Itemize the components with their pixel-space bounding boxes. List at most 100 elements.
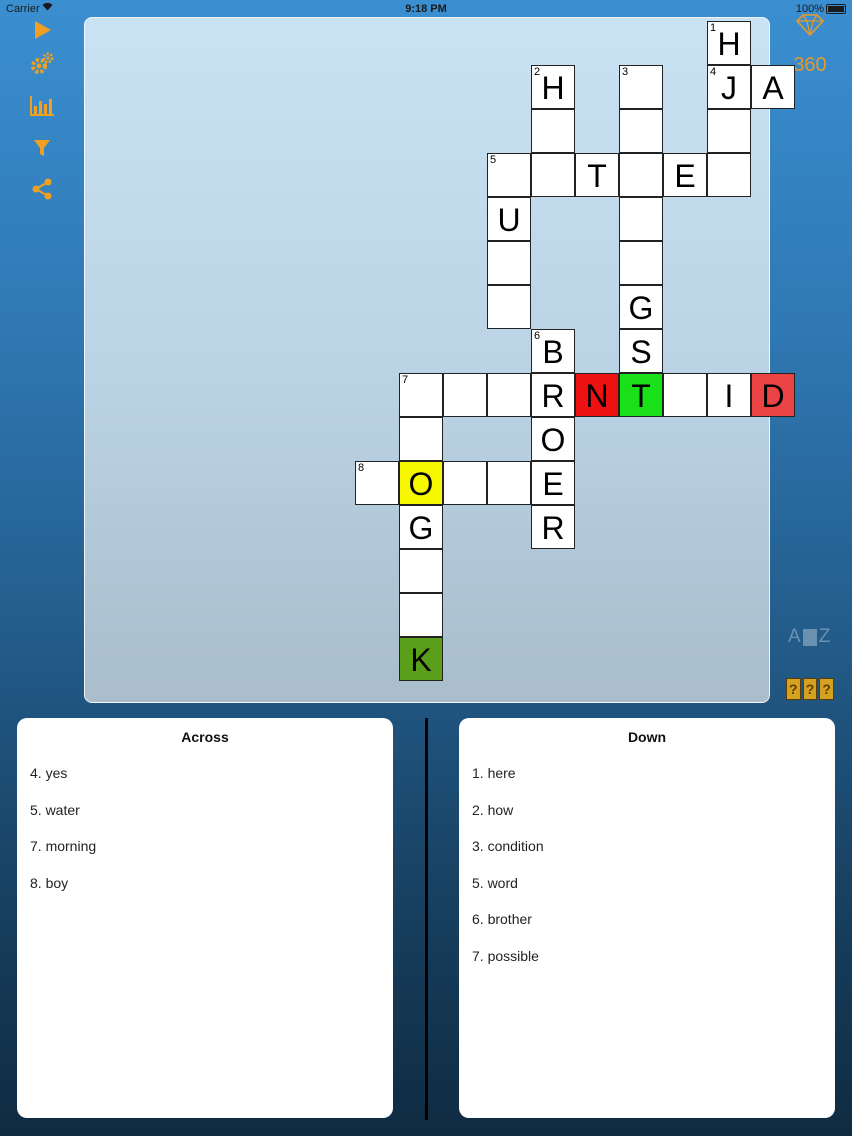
grid-cell[interactable]: 7 <box>399 373 443 417</box>
grid-cell[interactable]: T <box>619 373 663 417</box>
cell-letter: R <box>541 510 565 546</box>
grid-cell[interactable] <box>399 549 443 593</box>
cell-letter: I <box>724 378 734 414</box>
grid-cell[interactable]: U <box>487 197 531 241</box>
grid-cell[interactable]: D <box>751 373 795 417</box>
grid-cell[interactable] <box>487 373 531 417</box>
clue-number: 3 <box>622 66 629 78</box>
grid-cell[interactable] <box>399 593 443 637</box>
grid-cell[interactable]: S <box>619 329 663 373</box>
grid-cell[interactable] <box>487 285 531 329</box>
grid-cell[interactable]: I <box>707 373 751 417</box>
grid-cell[interactable]: N <box>575 373 619 417</box>
across-title: Across <box>181 729 229 745</box>
diamond-icon <box>795 14 825 38</box>
grid-cell[interactable] <box>399 417 443 461</box>
cell-letter: E <box>542 466 564 502</box>
grid-cell[interactable]: 4J <box>707 65 751 109</box>
grid-cell[interactable]: 2H <box>531 65 575 109</box>
clue-item[interactable]: 6. brother <box>472 911 544 948</box>
clue-item[interactable]: 7. possible <box>472 948 544 985</box>
grid-cell[interactable]: 8 <box>355 461 399 505</box>
grid-cell[interactable]: A <box>751 65 795 109</box>
hint-tile: ? <box>819 678 835 700</box>
az-box <box>802 628 817 646</box>
cell-letter: O <box>408 466 434 502</box>
clue-item[interactable]: 7. morning <box>30 838 96 875</box>
grid-cell[interactable]: T <box>575 153 619 197</box>
grid-cell[interactable] <box>531 109 575 153</box>
clue-item[interactable]: 4. yes <box>30 765 96 802</box>
clue-item[interactable]: 5. water <box>30 802 96 839</box>
hint-tile: ? <box>786 678 801 700</box>
grid-cell[interactable]: R <box>531 505 575 549</box>
cell-letter: T <box>631 378 651 414</box>
share-icon[interactable] <box>28 175 56 203</box>
cell-letter: H <box>717 26 741 62</box>
cell-letter: S <box>630 334 652 370</box>
grid-cell[interactable]: O <box>531 417 575 461</box>
grid-cell[interactable] <box>619 153 663 197</box>
cell-letter: G <box>628 290 654 326</box>
crossword-board: 1H2H34JA5TEUG6BS7RNTIDO8OEGRK <box>84 17 795 703</box>
across-clues-panel: Across 4. yes 5. water 7. morning 8. boy <box>17 718 393 1118</box>
clue-item[interactable]: 5. word <box>472 875 544 912</box>
down-title: Down <box>627 729 667 745</box>
clue-item[interactable]: 8. boy <box>30 875 96 912</box>
grid-cell[interactable]: G <box>619 285 663 329</box>
hint-question-icon[interactable]: ? ? ? <box>786 678 835 700</box>
grid-cell[interactable]: E <box>531 461 575 505</box>
grid-cell[interactable] <box>663 373 707 417</box>
status-bar: Carrier 9:18 PM 100% <box>0 0 852 18</box>
cell-letter: T <box>587 158 607 194</box>
cell-letter: B <box>542 334 564 370</box>
down-clue-list: 1. here 2. how 3. condition 5. word 6. b… <box>472 765 544 985</box>
grid-cell[interactable]: K <box>399 637 443 681</box>
grid-cell[interactable]: E <box>663 153 707 197</box>
grid-cell[interactable] <box>487 241 531 285</box>
cell-letter: D <box>761 378 785 414</box>
cell-letter: E <box>674 158 696 194</box>
cell-letter: U <box>497 202 521 238</box>
cell-letter: A <box>762 70 784 106</box>
cell-letter: J <box>721 70 737 106</box>
grid-cell[interactable] <box>487 461 531 505</box>
clue-item[interactable]: 2. how <box>472 802 544 839</box>
clue-item[interactable]: 1. here <box>472 765 544 802</box>
grid-cell[interactable]: R <box>531 373 575 417</box>
play-icon[interactable] <box>28 16 56 44</box>
grid-cell[interactable]: 5 <box>487 153 531 197</box>
settings-gears-icon[interactable] <box>28 50 56 78</box>
clue-number: 5 <box>490 154 497 166</box>
grid-cell[interactable] <box>619 197 663 241</box>
panel-divider <box>425 718 428 1120</box>
az-letter-a: A <box>788 626 801 647</box>
cell-letter: O <box>540 422 566 458</box>
letter-reveal-az-icon[interactable]: A Z <box>788 626 834 648</box>
filter-icon[interactable] <box>28 134 56 162</box>
grid-cell[interactable] <box>619 109 663 153</box>
grid-cell[interactable]: G <box>399 505 443 549</box>
status-time: 9:18 PM <box>405 3 447 15</box>
hint-tile: ? <box>802 678 818 700</box>
grid-cell[interactable]: 6B <box>531 329 575 373</box>
cell-letter: N <box>585 378 609 414</box>
grid-cell[interactable]: 1H <box>707 21 751 65</box>
grid-cell[interactable] <box>443 461 487 505</box>
clue-item[interactable]: 3. condition <box>472 838 544 875</box>
grid-cell[interactable] <box>619 241 663 285</box>
grid-cell[interactable]: O <box>399 461 443 505</box>
grid-cell[interactable] <box>531 153 575 197</box>
clue-number: 7 <box>402 374 409 386</box>
grid-cell[interactable] <box>707 153 751 197</box>
grid-cell[interactable]: 3 <box>619 65 663 109</box>
cell-letter: R <box>541 378 565 414</box>
grid-cell[interactable] <box>443 373 487 417</box>
cell-letter: H <box>541 70 565 106</box>
grid-cell[interactable] <box>707 109 751 153</box>
clue-number: 8 <box>358 462 365 474</box>
down-clues-panel: Down 1. here 2. how 3. condition 5. word… <box>459 718 835 1118</box>
cell-letter: G <box>408 510 434 546</box>
cell-letter: K <box>410 642 432 678</box>
stats-chart-icon[interactable] <box>28 92 56 120</box>
